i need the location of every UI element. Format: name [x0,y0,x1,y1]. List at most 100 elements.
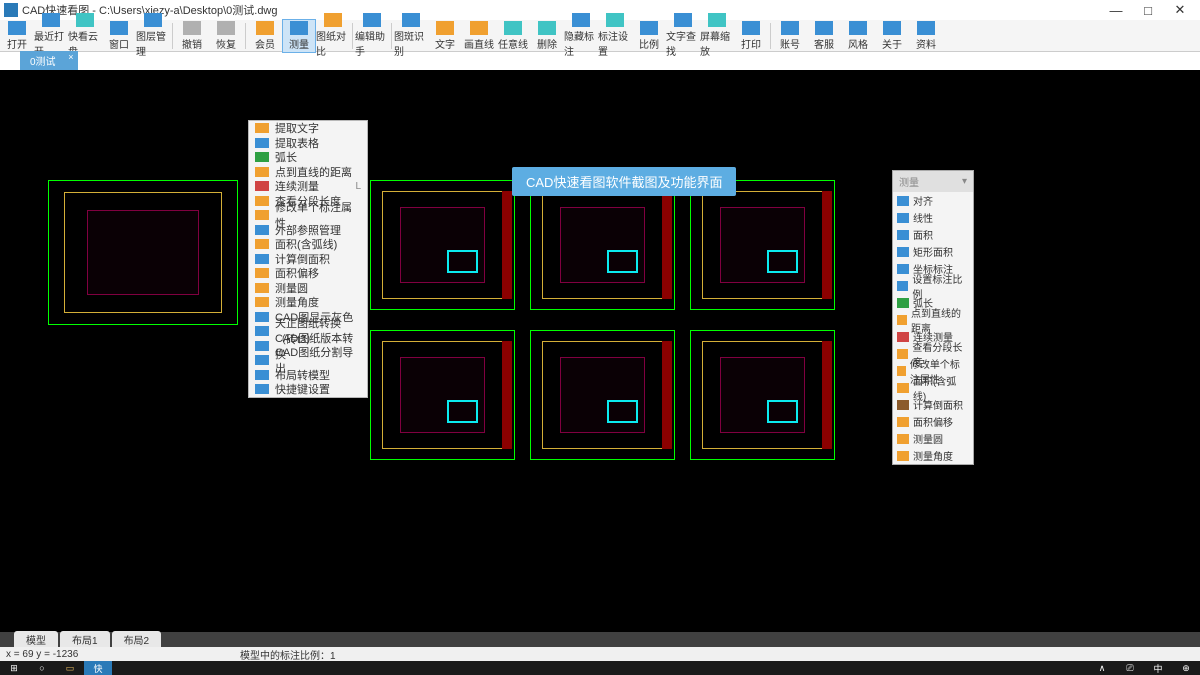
document-tab[interactable]: 0测试 × [20,51,78,70]
panel-item-icon [897,315,907,325]
panel-item[interactable]: 设置标注比例 [893,277,973,294]
menu-item-icon [255,210,269,220]
toolbar-imgrec[interactable]: 图斑识别 [394,12,428,59]
menu-item-icon [255,123,269,133]
cloud-icon [76,13,94,27]
layout-tab[interactable]: 布局1 [60,631,110,648]
toolbar-account[interactable]: 账号 [773,20,807,52]
menu-item[interactable]: 外部参照管理 [249,223,367,238]
panel-item-icon [897,196,909,206]
service-icon [815,21,833,35]
app-icon [4,3,18,17]
toolbar-layer[interactable]: 图层管理 [136,12,170,59]
menu-item[interactable]: 修改单个标注属性 [249,208,367,223]
imgrec-icon [402,13,420,27]
panel-item[interactable]: 测量圆 [893,430,973,447]
toolbar-undo[interactable]: 撤销 [175,20,209,52]
about-icon [883,21,901,35]
menu-item[interactable]: 计算倒面积 [249,252,367,267]
panel-item[interactable]: 面积偏移 [893,413,973,430]
toolbar-about[interactable]: 关于 [875,20,909,52]
menu-item-icon [255,239,269,249]
menu-item-icon [255,268,269,278]
menu-item-icon [255,138,269,148]
panel-item-icon [897,213,909,223]
toolbar-scale[interactable]: 屏幕缩放 [700,12,734,59]
menu-item-icon [255,167,269,177]
menu-item[interactable]: CAD图纸分割导出 [249,353,367,368]
layout-tab[interactable]: 布局2 [112,631,162,648]
menu-item-icon [255,254,269,264]
toolbar-anyline[interactable]: 任意线 [496,20,530,52]
maximize-button[interactable]: □ [1132,3,1164,18]
toolbar-measure[interactable]: 测量 [282,19,316,53]
toolbar-redo[interactable]: 恢复 [209,20,243,52]
menu-item[interactable]: 点到直线的距离 [249,165,367,180]
toolbar-service[interactable]: 客服 [807,20,841,52]
measure-panel-header: 测量 ▾ [893,171,973,192]
menu-item[interactable]: 提取文字 [249,121,367,136]
toolbar-ratio[interactable]: 比例 [632,20,666,52]
drawing-thumbnail[interactable] [530,180,675,310]
taskbar-search-icon[interactable]: ○ [28,661,56,675]
toolbar-edit[interactable]: 编辑助手 [355,12,389,59]
delete-icon [538,21,556,35]
menu-item[interactable]: 测量角度 [249,295,367,310]
toolbar-line[interactable]: 画直线 [462,20,496,52]
menu-item[interactable]: 面积(含弧线) [249,237,367,252]
toolbar-vip[interactable]: 会员 [248,20,282,52]
toolbar-hide[interactable]: 隐藏标注 [564,12,598,59]
panel-item-icon [897,230,909,240]
layout-tab[interactable]: 模型 [14,631,58,648]
drawing-thumbnail[interactable] [690,330,835,460]
drawing-thumbnail[interactable] [530,330,675,460]
panel-item[interactable]: 测量角度 [893,447,973,464]
panel-item-icon [897,383,909,393]
material-icon [917,21,935,35]
minimize-button[interactable]: — [1100,3,1132,18]
toolbar-window[interactable]: 窗口 [102,20,136,52]
layer-icon [144,13,162,27]
toolbar-open[interactable]: 打开 [0,20,34,52]
panel-item[interactable]: 对齐 [893,192,973,209]
chevron-down-icon[interactable]: ▾ [962,176,967,187]
toolbar-annset[interactable]: 标注设置 [598,12,632,59]
taskbar-app-icon[interactable]: 快 [84,661,112,675]
drawing-thumbnail[interactable] [370,180,515,310]
tray-icon[interactable]: ⎚ [1116,661,1144,675]
menu-item[interactable]: 弧长 [249,150,367,165]
toolbar-style[interactable]: 风格 [841,20,875,52]
menu-item[interactable]: 测量圆 [249,281,367,296]
menu-item[interactable]: 面积偏移 [249,266,367,281]
toolbar-print[interactable]: 打印 [734,20,768,52]
toolbar-text[interactable]: 文字 [428,20,462,52]
menu-item[interactable]: 连续测量L [249,179,367,194]
toolbar-material[interactable]: 资料 [909,20,943,52]
menu-item[interactable]: 布局转模型 [249,368,367,383]
panel-item[interactable]: 矩形面积 [893,243,973,260]
drawing-thumbnail[interactable] [48,180,238,325]
close-button[interactable]: ✕ [1164,2,1196,18]
open-icon [8,21,26,35]
tray-icon[interactable]: ∧ [1088,661,1116,675]
drawing-canvas[interactable]: 提取文字提取表格弧长点到直线的距离连续测量L查看分段长度修改单个标注属性外部参照… [0,70,1200,645]
toolbar-find[interactable]: 文字查找 [666,12,700,59]
panel-item[interactable]: 面积 [893,226,973,243]
drawing-thumbnail[interactable] [690,180,835,310]
panel-item-icon [897,417,909,427]
ratio-icon [640,21,658,35]
panel-item[interactable]: 面积(含弧线) [893,379,973,396]
tray-icon[interactable]: ⊕ [1172,661,1200,675]
panel-item[interactable]: 线性 [893,209,973,226]
drawing-thumbnail[interactable] [370,330,515,460]
toolbar-delete[interactable]: 删除 [530,20,564,52]
taskbar-explorer-icon[interactable]: ▭ [56,661,84,675]
tab-close-icon[interactable]: × [68,52,73,62]
panel-item[interactable]: 计算倒面积 [893,396,973,413]
ime-icon[interactable]: 中 [1144,661,1172,675]
start-button[interactable]: ⊞ [0,661,28,675]
menu-item[interactable]: 提取表格 [249,136,367,151]
panel-item[interactable]: 点到直线的距离 [893,311,973,328]
menu-item[interactable]: 快捷键设置 [249,382,367,397]
toolbar-compare[interactable]: 图纸对比 [316,12,350,59]
